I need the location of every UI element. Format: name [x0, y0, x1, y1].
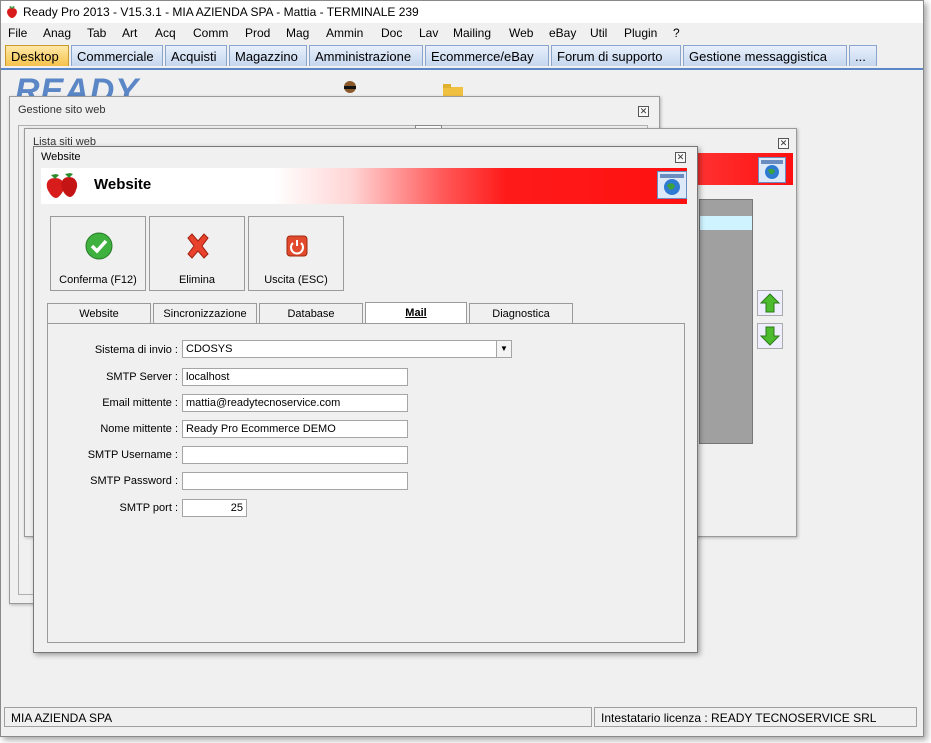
sistema-value: CDOSYS	[186, 343, 233, 355]
port-input[interactable]: 25	[182, 499, 247, 517]
status-company: MIA AZIENDA SPA	[4, 707, 592, 727]
menu-anag[interactable]: Anag	[43, 26, 71, 40]
menu-bar: File Anag Tab Art Acq Comm Prod Mag Ammi…	[1, 23, 923, 43]
menu-acq[interactable]: Acq	[155, 26, 176, 40]
menu-comm[interactable]: Comm	[193, 26, 228, 40]
close-icon[interactable]: ✕	[778, 138, 789, 149]
confirm-button[interactable]: Conferma (F12)	[50, 216, 146, 291]
exit-label: Uscita (ESC)	[264, 274, 328, 286]
globe-button[interactable]	[657, 171, 687, 199]
move-down-button[interactable]	[757, 323, 783, 349]
tab-acquisti[interactable]: Acquisti	[165, 45, 227, 66]
menu-util[interactable]: Util	[590, 26, 607, 40]
password-label: SMTP Password :	[90, 475, 178, 487]
password-input[interactable]	[182, 472, 408, 490]
status-license: Intestatario licenza : READY TECNOSERVIC…	[594, 707, 917, 727]
close-icon[interactable]: ✕	[638, 106, 649, 117]
title-bar: Ready Pro 2013 - V15.3.1 - MIA AZIENDA S…	[1, 1, 923, 23]
sistema-select[interactable]: CDOSYS ▼	[182, 340, 512, 358]
list-grid[interactable]	[699, 199, 753, 444]
menu-doc[interactable]: Doc	[381, 26, 402, 40]
delete-label: Elimina	[178, 274, 216, 286]
window-title: Gestione sito web	[18, 104, 106, 116]
window-title: Ready Pro 2013 - V15.3.1 - MIA AZIENDA S…	[23, 5, 419, 19]
chevron-down-icon[interactable]: ▼	[496, 341, 511, 357]
menu-mag[interactable]: Mag	[286, 26, 309, 40]
exit-button[interactable]: Uscita (ESC)	[248, 216, 344, 291]
menu-prod[interactable]: Prod	[245, 26, 270, 40]
list-row-selected[interactable]	[700, 216, 752, 230]
smtp-server-label: SMTP Server :	[106, 371, 178, 383]
menu-web[interactable]: Web	[509, 26, 533, 40]
power-icon	[286, 235, 308, 257]
menu-ebay[interactable]: eBay	[549, 26, 576, 40]
smtp-server-input[interactable]: localhost	[182, 368, 408, 386]
tab-more[interactable]: ...	[849, 45, 877, 66]
move-up-button[interactable]	[757, 290, 783, 316]
nome-input[interactable]: Ready Pro Ecommerce DEMO	[182, 420, 408, 438]
port-label: SMTP port :	[119, 502, 178, 514]
tab-website[interactable]: Website	[47, 303, 151, 323]
tab-gestione-messaggistica[interactable]: Gestione messaggistica	[683, 45, 847, 66]
delete-x-icon	[187, 233, 209, 259]
globe-button[interactable]	[758, 157, 786, 183]
tab-magazzino[interactable]: Magazzino	[229, 45, 307, 66]
menu-art[interactable]: Art	[122, 26, 137, 40]
sistema-label: Sistema di invio :	[94, 344, 178, 356]
menu-lav[interactable]: Lav	[419, 26, 438, 40]
nome-label: Nome mittente :	[100, 423, 178, 435]
mail-settings-panel: Sistema di invio : CDOSYS ▼ SMTP Server …	[47, 323, 685, 643]
menu-tab[interactable]: Tab	[87, 26, 106, 40]
close-icon[interactable]: ✕	[675, 152, 686, 163]
tab-database[interactable]: Database	[259, 303, 363, 323]
email-input[interactable]: mattia@readytecnoservice.com	[182, 394, 408, 412]
username-label: SMTP Username :	[87, 449, 178, 461]
tab-ecommerce-ebay[interactable]: Ecommerce/eBay	[425, 45, 549, 66]
menu-mailing[interactable]: Mailing	[453, 26, 491, 40]
menu-plugin[interactable]: Plugin	[624, 26, 657, 40]
strawberry-icon	[46, 173, 78, 198]
globe-icon	[761, 160, 783, 179]
strawberry-icon	[7, 6, 17, 18]
banner-title: Website	[94, 176, 152, 193]
menu-file[interactable]: File	[8, 26, 27, 40]
dialog-title: Website	[41, 151, 81, 163]
tab-sincronizzazione[interactable]: Sincronizzazione	[153, 303, 257, 323]
tab-commerciale[interactable]: Commerciale	[71, 45, 163, 66]
tab-forum-supporto[interactable]: Forum di supporto	[551, 45, 681, 66]
website-dialog: Website ✕ Website Conferma (F12) Elimina…	[33, 146, 698, 653]
tab-diagnostica[interactable]: Diagnostica	[469, 303, 573, 323]
tab-amministrazione[interactable]: Amministrazione	[309, 45, 423, 66]
menu-help[interactable]: ?	[673, 26, 680, 40]
tab-mail[interactable]: Mail	[365, 302, 467, 325]
confirm-label: Conferma (F12)	[59, 274, 137, 286]
globe-icon	[660, 174, 684, 195]
checkmark-icon	[85, 232, 113, 260]
username-input[interactable]	[182, 446, 408, 464]
tab-desktop[interactable]: Desktop	[5, 45, 69, 66]
main-tab-bar: Desktop Commerciale Acquisti Magazzino A…	[1, 43, 923, 70]
delete-button[interactable]: Elimina	[149, 216, 245, 291]
menu-ammin[interactable]: Ammin	[326, 26, 363, 40]
email-label: Email mittente :	[102, 397, 178, 409]
arrow-down-icon	[759, 326, 781, 346]
arrow-up-icon	[759, 293, 781, 313]
dialog-banner: Website	[41, 168, 687, 204]
status-bar: MIA AZIENDA SPA Intestatario licenza : R…	[1, 706, 923, 730]
